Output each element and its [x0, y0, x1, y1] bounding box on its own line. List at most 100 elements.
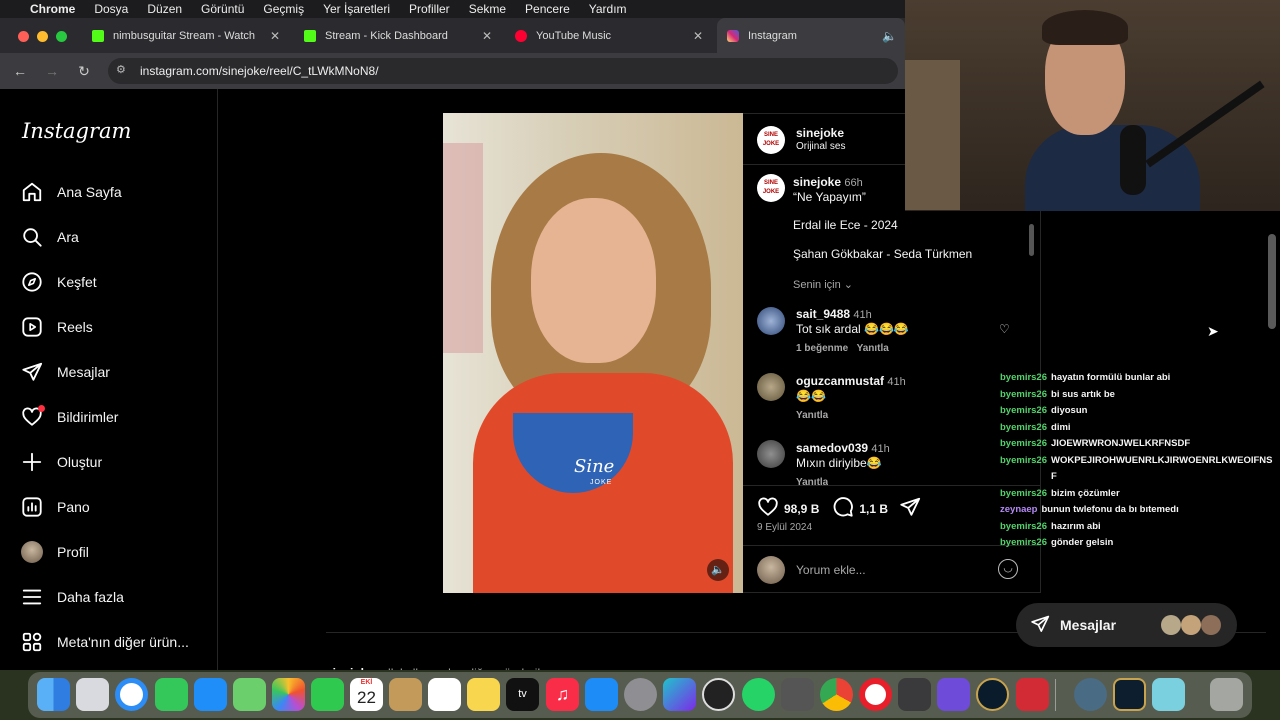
reload-icon[interactable]: ↻ — [68, 63, 100, 80]
instagram-logo[interactable]: Instagram — [22, 119, 131, 143]
nav-item-home[interactable]: Ana Sayfa — [20, 180, 122, 204]
whatsapp-icon[interactable] — [742, 678, 775, 711]
like-icon[interactable] — [757, 496, 779, 521]
gridapp-icon[interactable] — [781, 678, 814, 711]
minimize-window-button[interactable] — [37, 31, 48, 42]
nav-item-messages[interactable]: Mesajlar — [20, 360, 110, 384]
nav-item-reels[interactable]: Reels — [20, 315, 93, 339]
facetime-icon[interactable] — [311, 678, 344, 711]
webcam-shirt — [1025, 125, 1200, 211]
menu-item-goruntu[interactable]: Görüntü — [201, 2, 244, 16]
comment-user[interactable]: samedov039 — [796, 441, 868, 455]
menu-item-yardim[interactable]: Yardım — [589, 2, 627, 16]
nav-item-explore[interactable]: Keşfet — [20, 270, 97, 294]
original-audio[interactable]: Orijinal ses — [796, 141, 845, 152]
speaker-icon[interactable]: 🔈 — [882, 29, 897, 43]
chat-text: bi sus artık be — [1051, 388, 1115, 400]
tab-kick-dashboard[interactable]: Stream - Kick Dashboard ✕ — [294, 18, 502, 53]
close-tab-icon[interactable]: ✕ — [482, 29, 492, 43]
comment-avatar[interactable] — [757, 440, 785, 468]
trash-icon[interactable] — [1210, 678, 1243, 711]
settings-icon[interactable] — [624, 678, 657, 711]
kick-icon[interactable] — [1016, 678, 1049, 711]
comments-scrollbar[interactable] — [1029, 224, 1034, 256]
scanner-icon[interactable] — [1074, 678, 1107, 711]
menu-item-sekme[interactable]: Sekme — [469, 2, 506, 16]
page-scrollbar[interactable] — [1268, 234, 1276, 329]
maps-icon[interactable] — [233, 678, 266, 711]
menu-item-duzen[interactable]: Düzen — [147, 2, 182, 16]
back-icon[interactable]: ← — [4, 63, 36, 79]
league-icon[interactable] — [976, 678, 1009, 711]
address-bar[interactable]: ⚙ instagram.com/sinejoke/reel/C_tLWkMNoN… — [108, 58, 898, 84]
canva-icon[interactable] — [663, 678, 696, 711]
share-icon[interactable] — [899, 496, 921, 521]
nav-item-profile[interactable]: Profil — [20, 540, 89, 564]
nav-item-notifications[interactable]: Bildirimler — [20, 405, 118, 429]
comment-likes[interactable]: 1 beğenme — [796, 343, 848, 354]
like-count[interactable]: 98,9 B — [784, 502, 819, 516]
tab-nimbusguitar[interactable]: nimbusguitar Stream - Watch ✕ — [82, 18, 290, 53]
menu-item-dosya[interactable]: Dosya — [94, 2, 128, 16]
nav-item-more[interactable]: Daha fazla — [20, 585, 124, 609]
comment-like-icon[interactable]: ♡ — [999, 322, 1010, 336]
calculator-icon[interactable] — [898, 678, 931, 711]
senin-icin-dropdown[interactable]: Senin için ⌄ — [793, 278, 853, 291]
opera-icon[interactable] — [859, 678, 892, 711]
photos-icon[interactable] — [272, 678, 305, 711]
messages-icon[interactable] — [155, 678, 188, 711]
nav-item-create[interactable]: Oluştur — [20, 450, 102, 474]
obs-icon[interactable] — [702, 678, 735, 711]
imovie-icon[interactable] — [937, 678, 970, 711]
chrome-icon[interactable] — [820, 678, 853, 711]
forward-icon[interactable]: → — [36, 63, 68, 79]
comment-count[interactable]: 1,1 B — [859, 502, 888, 516]
comment-avatar[interactable] — [757, 307, 785, 335]
comment-reply[interactable]: Yanıtla — [796, 477, 828, 485]
nav-item-dashboard[interactable]: Pano — [20, 495, 90, 519]
post-author[interactable]: sinejoke — [796, 126, 844, 140]
menu-item-gecmis[interactable]: Geçmiş — [263, 2, 304, 16]
comment-user[interactable]: sait_9488 — [796, 307, 850, 321]
close-window-button[interactable] — [18, 31, 29, 42]
zoom-window-button[interactable] — [56, 31, 67, 42]
menu-app-name[interactable]: Chrome — [30, 2, 75, 16]
menu-item-yer-isaretleri[interactable]: Yer İşaretleri — [323, 2, 390, 16]
emoji-icon[interactable]: ◡ — [998, 559, 1018, 579]
finder2-icon[interactable] — [1152, 678, 1185, 711]
nav-item-meta-apps[interactable]: Meta'nın diğer ürün... — [20, 630, 189, 654]
comment-reply[interactable]: Yanıtla — [857, 343, 889, 354]
notes-icon[interactable] — [389, 678, 422, 711]
tab-youtube-music[interactable]: YouTube Music ✕ — [505, 18, 713, 53]
messages-floating-button[interactable]: Mesajlar — [1016, 603, 1237, 647]
caption-author[interactable]: sinejoke — [793, 175, 841, 189]
mute-toggle-icon[interactable]: 🔈 — [707, 559, 729, 581]
comment-avatar[interactable] — [757, 373, 785, 401]
appstore-icon[interactable] — [585, 678, 618, 711]
menu-item-pencere[interactable]: Pencere — [525, 2, 570, 16]
league2-icon[interactable] — [1113, 678, 1146, 711]
chat-line: byemirs26 JIOEWRWRONJWELKRFNSDF — [1000, 436, 1275, 453]
comment-reply[interactable]: Yanıtla — [796, 410, 828, 421]
tab-instagram[interactable]: Instagram 🔈 — [717, 18, 905, 53]
menu-item-profiller[interactable]: Profiller — [409, 2, 450, 16]
comment-icon[interactable] — [832, 496, 854, 521]
nav-item-search[interactable]: Ara — [20, 225, 79, 249]
author-avatar[interactable]: SINE JOKE — [757, 126, 785, 154]
launchpad-icon[interactable] — [76, 678, 109, 711]
reel-video[interactable]: Sine JOKE 🔈 — [443, 113, 743, 593]
reminders-icon[interactable] — [428, 678, 461, 711]
close-tab-icon[interactable]: ✕ — [270, 29, 280, 43]
safari-icon[interactable] — [115, 678, 148, 711]
music-icon[interactable]: ♫ — [546, 678, 579, 711]
appletv-icon[interactable]: tv — [506, 678, 539, 711]
add-comment-input[interactable]: Yorum ekle... — [796, 563, 866, 577]
close-tab-icon[interactable]: ✕ — [693, 29, 703, 43]
mail-icon[interactable] — [194, 678, 227, 711]
caption-avatar[interactable]: SINE JOKE — [757, 174, 785, 202]
site-info-icon[interactable]: ⚙ — [116, 63, 126, 76]
calendar-icon[interactable]: EKİ 22 — [350, 678, 383, 711]
comment-user[interactable]: oguzcanmustaf — [796, 374, 884, 388]
stickies-icon[interactable] — [467, 678, 500, 711]
finder-icon[interactable] — [37, 678, 70, 711]
